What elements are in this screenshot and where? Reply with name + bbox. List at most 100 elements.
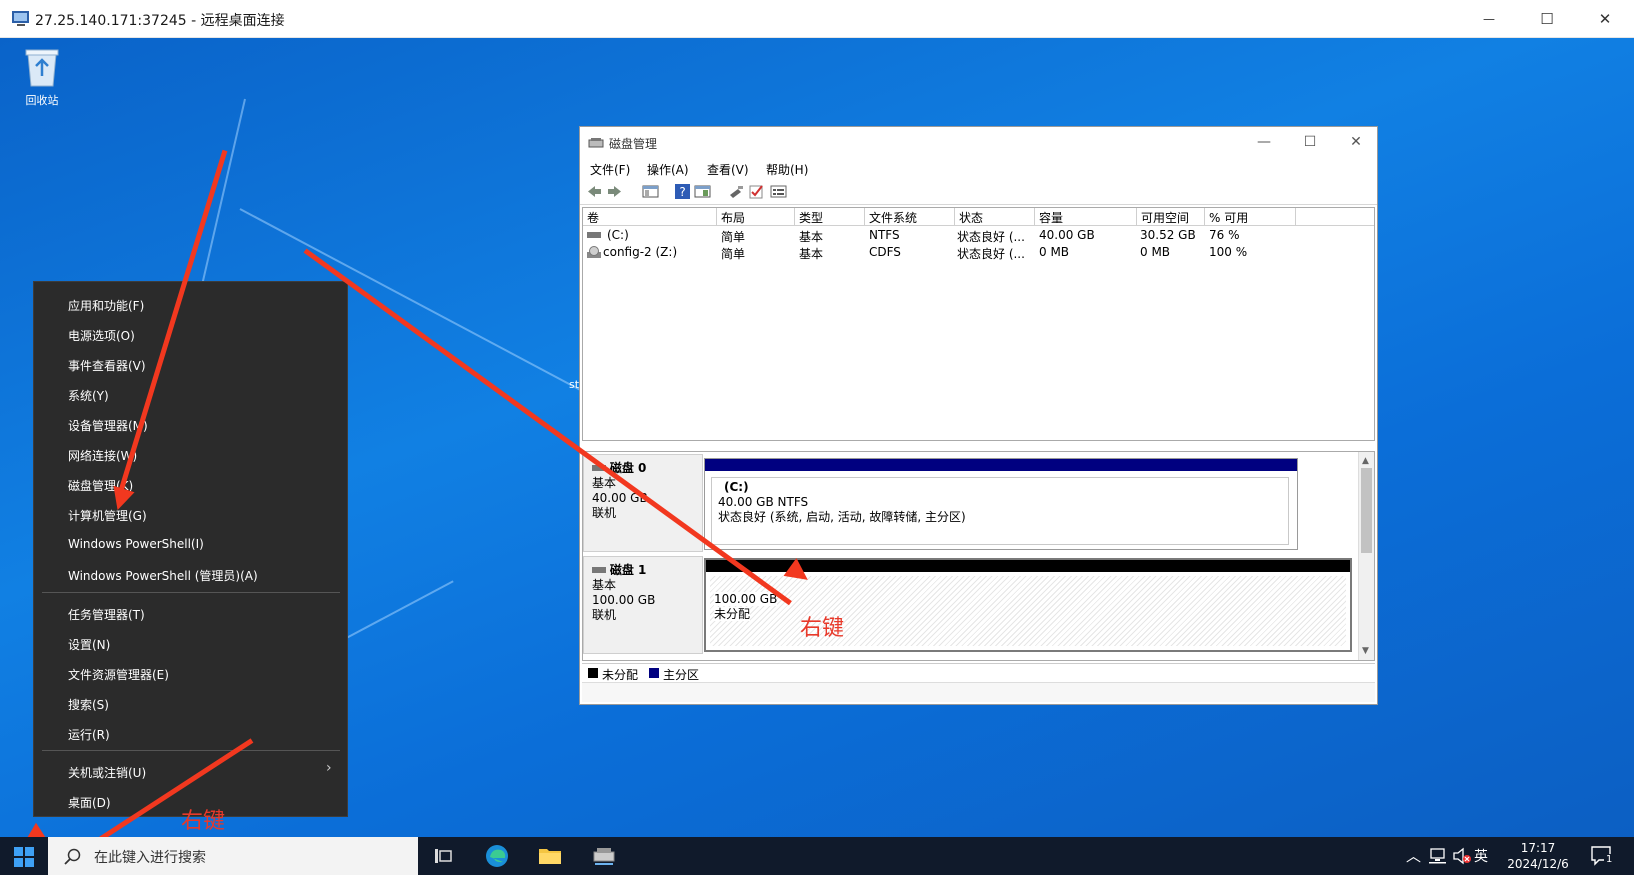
col-free-space[interactable]: 可用空间	[1137, 208, 1205, 226]
submenu-chevron-icon: ›	[326, 760, 332, 776]
menu-power-options[interactable]: 电源选项(O)	[68, 327, 135, 344]
menu-shutdown-signout[interactable]: 关机或注销(U)	[68, 764, 146, 781]
volume-percent: 76 %	[1209, 228, 1240, 242]
partition-c-name: (C:)	[724, 480, 749, 494]
legend-primary-label: 主分区	[663, 668, 700, 682]
connect-icon[interactable]	[728, 183, 745, 200]
menu-computer-management[interactable]: 计算机管理(G)	[68, 507, 147, 524]
menu-system[interactable]: 系统(Y)	[68, 387, 109, 404]
disk-1-name: 磁盘 1	[609, 563, 647, 577]
svg-text:?: ?	[679, 185, 685, 199]
menu-settings[interactable]: 设置(N)	[68, 636, 110, 653]
volume-name: (C:)	[607, 228, 629, 242]
col-status[interactable]: 状态	[955, 208, 1035, 226]
rdp-window-title: 27.25.140.171:37245 - 远程桌面连接	[35, 13, 285, 29]
volume-free: 0 MB	[1140, 245, 1171, 259]
clock-time: 17:17	[1520, 841, 1556, 855]
file-explorer-icon[interactable]	[537, 843, 563, 869]
check-icon[interactable]	[748, 183, 765, 200]
disk-1-kind: 基本	[592, 578, 617, 592]
disk-area-scrollbar[interactable]: ▲ ▼	[1358, 452, 1374, 660]
scroll-thumb[interactable]	[1361, 468, 1372, 553]
menu-action[interactable]: 操作(A)	[647, 161, 689, 178]
disk-1-state: 联机	[592, 608, 617, 622]
disk-1-label[interactable]: 磁盘 1 基本 100.00 GB 联机	[583, 556, 703, 654]
menu-run[interactable]: 运行(R)	[68, 726, 110, 743]
annotation-right-click-2: 右键	[181, 809, 226, 834]
volume-list: 卷 布局 类型 文件系统 状态 容量 可用空间 % 可用 (C:) 简单 基本 …	[582, 207, 1375, 441]
volume-layout: 简单	[721, 230, 746, 244]
menu-apps-features[interactable]: 应用和功能(F)	[68, 297, 144, 314]
taskbar: 在此键入进行搜索 ︿ 英 17:17 2024/12/6 1	[0, 837, 1634, 875]
volume-percent: 100 %	[1209, 245, 1248, 259]
disk-0-kind: 基本	[592, 476, 617, 490]
menu-file-explorer[interactable]: 文件资源管理器(E)	[68, 666, 169, 683]
menu-desktop[interactable]: 桌面(D)	[68, 794, 111, 811]
menu-powershell[interactable]: Windows PowerShell(I)	[68, 537, 204, 551]
winx-context-menu: 应用和功能(F) 电源选项(O) 事件查看器(V) 系统(Y) 设备管理器(M)…	[33, 281, 348, 817]
windows-start-icon[interactable]	[13, 846, 35, 868]
dm-minimize-button[interactable]: —	[1241, 127, 1287, 157]
dm-title: 磁盘管理	[609, 137, 658, 151]
volume-row-c[interactable]: (C:) 简单 基本 NTFS 状态良好 (... 40.00 GB 30.52…	[583, 227, 1374, 244]
dm-toolbar: ?	[580, 179, 1377, 205]
tray-expand-chevron-icon[interactable]: ︿	[1406, 845, 1421, 866]
back-icon[interactable]	[586, 183, 603, 200]
dm-close-button[interactable]: ✕	[1333, 127, 1379, 157]
volume-row-z[interactable]: config-2 (Z:) 简单 基本 CDFS 状态良好 (... 0 MB …	[583, 244, 1374, 261]
volume-status: 状态良好 (...	[957, 247, 1025, 261]
cd-drive-icon	[587, 246, 601, 258]
rdp-maximize-button[interactable]: ☐	[1518, 0, 1576, 38]
menu-powershell-admin[interactable]: Windows PowerShell (管理员)(A)	[68, 567, 258, 584]
rdp-close-button[interactable]: ✕	[1576, 0, 1634, 38]
menu-separator	[42, 750, 340, 751]
properties-panel-icon[interactable]	[694, 183, 711, 200]
notification-center-button[interactable]: 1	[1590, 845, 1615, 867]
partition-c[interactable]: (C:) 40.00 GB NTFS 状态良好 (系统, 启动, 活动, 故障转…	[704, 458, 1298, 550]
dm-menubar: 文件(F) 操作(A) 查看(V) 帮助(H)	[580, 159, 1377, 179]
menu-task-manager[interactable]: 任务管理器(T)	[68, 606, 145, 623]
col-filesystem[interactable]: 文件系统	[865, 208, 955, 226]
partition-c-size: 40.00 GB NTFS	[718, 495, 809, 509]
col-volume[interactable]: 卷	[583, 208, 717, 226]
recycle-bin-shortcut[interactable]: 回收站	[14, 44, 70, 108]
primary-partition-bar	[705, 459, 1297, 471]
disk-management-window: 磁盘管理 — ☐ ✕ 文件(F) 操作(A) 查看(V) 帮助(H) ? 卷 布…	[579, 126, 1378, 705]
console-tree-icon[interactable]	[642, 183, 659, 200]
rdp-minimize-button[interactable]: —	[1460, 0, 1518, 38]
menu-help[interactable]: 帮助(H)	[766, 161, 808, 178]
volume-layout: 简单	[721, 247, 746, 261]
menu-view[interactable]: 查看(V)	[707, 161, 749, 178]
clock-date: 2024/12/6	[1507, 857, 1569, 871]
help-icon[interactable]: ?	[674, 183, 691, 200]
edge-browser-icon[interactable]	[484, 843, 510, 869]
disk-management-taskbar-icon[interactable]	[591, 843, 617, 869]
legend-unallocated-label: 未分配	[602, 668, 639, 682]
forward-icon[interactable]	[606, 183, 623, 200]
menu-search[interactable]: 搜索(S)	[68, 696, 109, 713]
partial-desktop-text: st	[569, 378, 580, 391]
volume-list-header: 卷 布局 类型 文件系统 状态 容量 可用空间 % 可用	[583, 208, 1374, 226]
search-icon	[64, 848, 81, 865]
annotation-right-click-1: 右键	[800, 616, 845, 641]
volume-muted-icon[interactable]	[1452, 847, 1472, 865]
taskbar-clock[interactable]: 17:17 2024/12/6	[1503, 840, 1573, 872]
desktop: 回收站 st 磁盘管理 — ☐ ✕ 文件(F) 操作(A) 查看(V) 帮助(H…	[0, 38, 1634, 837]
taskbar-search-box[interactable]: 在此键入进行搜索	[48, 837, 418, 875]
menu-event-viewer[interactable]: 事件查看器(V)	[68, 357, 146, 374]
annotation-arrowhead	[17, 822, 48, 837]
menu-file[interactable]: 文件(F)	[590, 161, 630, 178]
network-icon[interactable]	[1428, 847, 1448, 865]
col-layout[interactable]: 布局	[717, 208, 795, 226]
col-percent-free[interactable]: % 可用	[1205, 208, 1296, 226]
list-view-icon[interactable]	[770, 183, 787, 200]
scroll-up-icon[interactable]: ▲	[1362, 456, 1369, 466]
scroll-down-icon[interactable]: ▼	[1362, 646, 1369, 656]
task-view-icon[interactable]	[430, 843, 456, 869]
recycle-bin-icon	[25, 49, 59, 87]
col-type[interactable]: 类型	[795, 208, 865, 226]
ime-indicator[interactable]: 英	[1474, 846, 1488, 866]
dm-maximize-button[interactable]: ☐	[1287, 127, 1333, 157]
col-capacity[interactable]: 容量	[1035, 208, 1137, 226]
volume-type: 基本	[799, 230, 824, 244]
